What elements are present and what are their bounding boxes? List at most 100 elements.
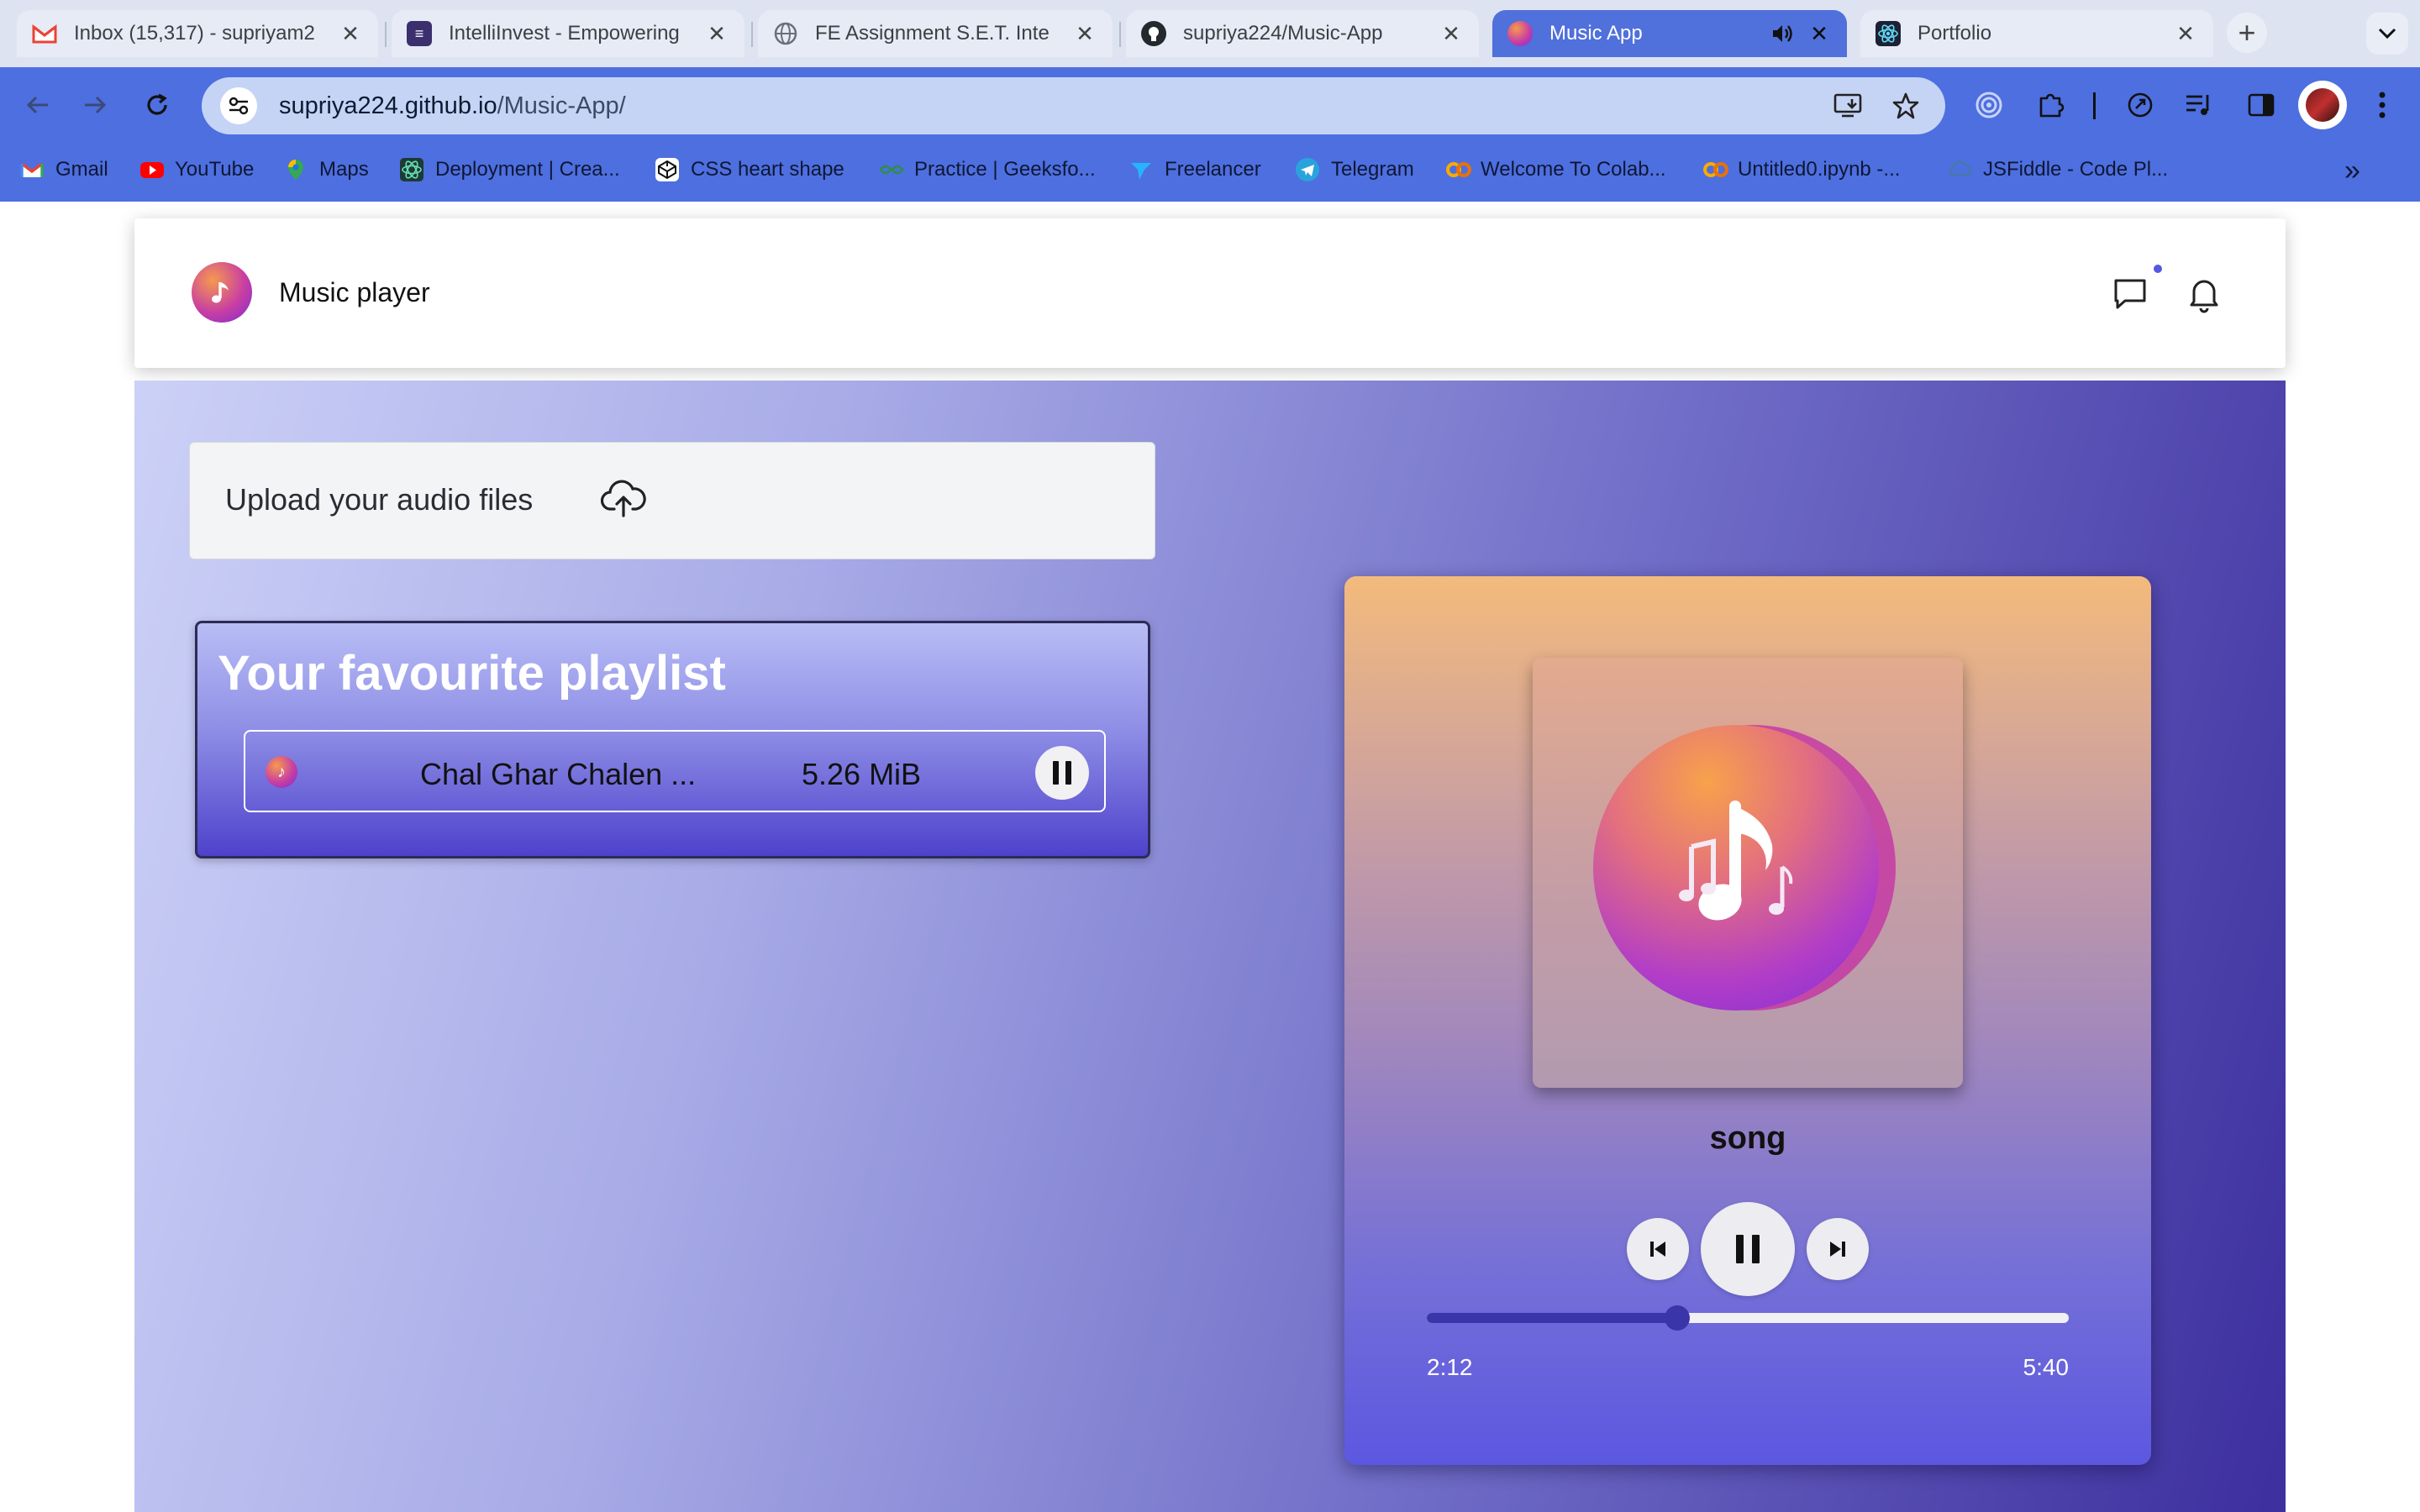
notification-dot <box>2151 262 2165 276</box>
playlist-panel: Your favourite playlist ♪ Chal Ghar Chal… <box>195 621 1150 858</box>
upload-panel[interactable]: Upload your audio files <box>189 442 1155 559</box>
tab-separator <box>1119 22 1121 47</box>
tab-strip: Inbox (15,317) - supriyam2 ✕ ≡ IntelliIn… <box>0 0 2420 67</box>
reload-icon <box>147 93 167 115</box>
more-bookmarks-icon[interactable]: » <box>2344 155 2360 187</box>
close-tab-icon[interactable]: ✕ <box>704 21 729 46</box>
arrow-left-icon <box>26 96 48 114</box>
music-player-card: song 2:12 5:40 <box>1344 576 2151 1465</box>
bookmark-geeksforgeeks[interactable]: Practice | Geeksfo... <box>879 158 1096 181</box>
bookmark-label: Deployment | Crea... <box>435 158 620 181</box>
tab-music-app[interactable]: Music App ✕ <box>1492 10 1847 57</box>
bookmark-star-icon[interactable] <box>1889 89 1923 123</box>
current-time: 2:12 <box>1427 1354 1473 1380</box>
tab-inbox[interactable]: Inbox (15,317) - supriyam2 ✕ <box>17 10 378 57</box>
media-controls-icon[interactable] <box>2180 86 2218 124</box>
bookmark-telegram[interactable]: Telegram <box>1296 158 1414 181</box>
bookmark-label: Gmail <box>55 158 108 181</box>
music-disc-icon <box>1593 725 1879 1011</box>
menu-kebab-icon[interactable] <box>2363 86 2402 124</box>
tab-github[interactable]: supriya224/Music-App ✕ <box>1126 10 1479 57</box>
bookmark-colab-welcome[interactable]: Welcome To Colab... <box>1445 158 1666 181</box>
cloud-upload-icon[interactable] <box>600 476 647 523</box>
skip-previous-icon <box>1650 1242 1665 1257</box>
bookmark-youtube[interactable]: YouTube <box>139 158 254 181</box>
chevron-down-icon <box>2378 28 2396 39</box>
close-tab-icon[interactable]: ✕ <box>338 21 363 46</box>
forward-button[interactable] <box>74 84 116 126</box>
address-bar[interactable]: supriya224.github.io/Music-App/ <box>202 77 1945 134</box>
tab-title: Inbox (15,317) - supriyam2 <box>74 22 315 45</box>
play-pause-button[interactable] <box>1701 1202 1795 1296</box>
next-button[interactable] <box>1807 1218 1869 1280</box>
telegram-icon <box>1296 158 1319 181</box>
track-size: 5.26 MiB <box>802 757 922 791</box>
arrow-right-icon <box>85 96 107 114</box>
gmail-icon <box>32 21 57 46</box>
messages-icon[interactable] <box>2107 270 2154 318</box>
new-tab-button[interactable]: + <box>2227 13 2267 53</box>
tab-title: Portfolio <box>1918 22 1992 45</box>
bookmark-css-heart[interactable]: CSS heart shape <box>655 158 844 181</box>
close-tab-icon[interactable]: ✕ <box>1807 21 1832 46</box>
url-text[interactable]: supriya224.github.io/Music-App/ <box>279 92 626 120</box>
tab-portfolio[interactable]: Portfolio ✕ <box>1860 10 2213 57</box>
app-brand-title: Music player <box>279 277 430 307</box>
previous-button[interactable] <box>1627 1218 1689 1280</box>
close-tab-icon[interactable]: ✕ <box>1439 21 1464 46</box>
skip-next-icon <box>1830 1242 1845 1257</box>
url-host: supriya224.github.io <box>279 92 497 119</box>
extensions-puzzle-icon[interactable] <box>2032 86 2070 124</box>
install-app-icon[interactable] <box>1832 89 1865 123</box>
bell-icon[interactable] <box>2181 270 2228 318</box>
bookmark-gmail[interactable]: Gmail <box>20 158 108 181</box>
reload-button[interactable] <box>136 84 178 126</box>
side-panel-icon[interactable] <box>2242 86 2281 124</box>
extension-target-icon[interactable] <box>1970 86 2008 124</box>
bookmark-label: Telegram <box>1331 158 1414 181</box>
bookmark-label: CSS heart shape <box>691 158 844 181</box>
site-info-icon[interactable] <box>220 87 257 124</box>
profile-avatar[interactable] <box>2298 81 2347 129</box>
youtube-icon <box>139 158 164 181</box>
bookmark-maps[interactable]: Maps <box>284 158 369 181</box>
close-tab-icon[interactable]: ✕ <box>1072 21 1097 46</box>
tab-intelliinvest[interactable]: ≡ IntelliInvest - Empowering ✕ <box>392 10 744 57</box>
tab-title: supriya224/Music-App <box>1183 22 1383 45</box>
track-name: Chal Ghar Chalen ... <box>420 757 697 791</box>
bookmark-freelancer[interactable]: Freelancer <box>1129 158 1261 181</box>
list-item[interactable]: ♪ Chal Ghar Chalen ... 5.26 MiB <box>244 730 1106 812</box>
audio-playing-icon[interactable] <box>1770 21 1795 46</box>
tab-search-button[interactable] <box>2366 13 2408 55</box>
tab-separator <box>751 22 753 47</box>
seek-thumb[interactable] <box>1664 1305 1690 1331</box>
react-icon <box>400 158 424 181</box>
music-notes-icon <box>1679 801 1793 921</box>
bookmark-jsfiddle[interactable]: JSFiddle - Code Pl... <box>1948 158 2168 181</box>
browser-toolbar: supriya224.github.io/Music-App/ <box>0 67 2420 143</box>
maps-icon <box>284 158 308 181</box>
bookmark-colab-untitled[interactable]: Untitled0.ipynb -... <box>1702 158 1900 181</box>
album-cover <box>1533 658 1963 1088</box>
gfg-icon <box>879 158 904 181</box>
performance-icon[interactable] <box>2121 86 2160 124</box>
bookmark-label: YouTube <box>175 158 255 181</box>
back-button[interactable] <box>17 84 59 126</box>
bookmark-deployment[interactable]: Deployment | Crea... <box>400 158 620 181</box>
page-viewport: Music player Upload your audio files You… <box>0 202 2420 1512</box>
pause-icon <box>1053 761 1071 785</box>
tab-separator <box>385 22 387 47</box>
seek-bar[interactable] <box>1427 1313 2069 1323</box>
app-main-area: Upload your audio files Your favourite p… <box>134 381 2286 1512</box>
bookmark-label: Maps <box>319 158 369 181</box>
close-tab-icon[interactable]: ✕ <box>2173 21 2198 46</box>
track-pause-button[interactable] <box>1035 746 1089 800</box>
gmail-icon <box>20 158 44 181</box>
track-music-icon: ♪ <box>266 756 297 788</box>
tab-title: FE Assignment S.E.T. Inte <box>815 22 1050 45</box>
tab-fe-assignment[interactable]: FE Assignment S.E.T. Inte ✕ <box>758 10 1113 57</box>
bookmark-label: Welcome To Colab... <box>1481 158 1666 181</box>
jsfiddle-icon <box>1948 158 1972 181</box>
bookmark-label: JSFiddle - Code Pl... <box>1983 158 2169 181</box>
github-icon <box>1141 21 1166 46</box>
